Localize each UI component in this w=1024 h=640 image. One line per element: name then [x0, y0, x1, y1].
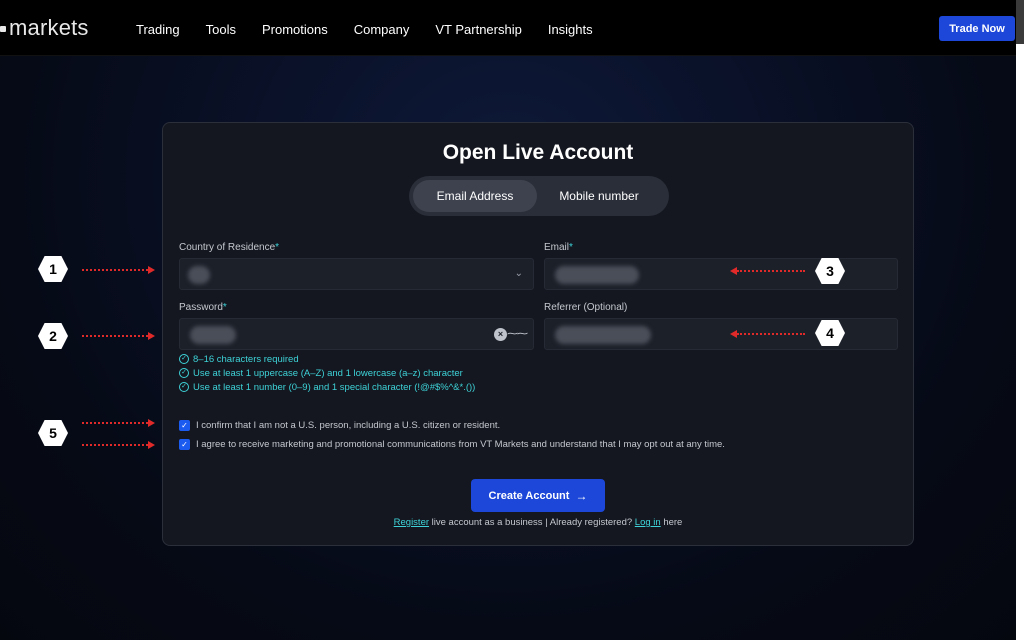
arrow-head-icon [148, 332, 155, 340]
nav-item-company[interactable]: Company [354, 22, 410, 37]
password-label: Password* [179, 302, 227, 313]
required-mark: * [569, 242, 573, 253]
us-person-confirmation: ✓ I confirm that I am not a U.S. person,… [179, 420, 500, 431]
create-account-label: Create Account [488, 489, 570, 502]
password-label-text: Password [179, 302, 223, 313]
footer-links: Register live account as a business | Al… [163, 517, 913, 528]
marketing-checkbox[interactable]: ✓ [179, 439, 190, 450]
arrow-head-icon [730, 267, 737, 275]
annotation-badge-2: 2 [38, 323, 68, 349]
window-edge [1016, 0, 1024, 44]
main-nav: Trading Tools Promotions Company VT Part… [136, 22, 619, 37]
annotation-arrow [82, 444, 148, 446]
annotation-arrow [82, 335, 148, 337]
tab-mobile-number[interactable]: Mobile number [537, 180, 661, 212]
us-person-text: I confirm that I am not a U.S. person, i… [196, 420, 501, 431]
logo-text: markets [9, 15, 89, 40]
annotation-badge-5: 5 [38, 420, 68, 446]
redacted-value [555, 326, 651, 344]
redacted-value [190, 326, 236, 344]
country-label-text: Country of Residence [179, 242, 276, 253]
page-background: markets Trading Tools Promotions Company… [0, 0, 1016, 640]
top-nav-bar: markets Trading Tools Promotions Company… [0, 0, 1016, 56]
check-circle-icon: ✓ [179, 382, 189, 392]
password-rule: ✓ Use at least 1 uppercase (A–Z) and 1 lo… [179, 366, 475, 380]
tab-email-address[interactable]: Email Address [413, 180, 537, 212]
page-title: Open Live Account [442, 141, 634, 164]
arrow-head-icon [148, 419, 155, 427]
rule-text: 8–16 characters required [193, 353, 299, 365]
marketing-text: I agree to receive marketing and promoti… [196, 439, 725, 450]
create-account-button[interactable]: Create Account → [471, 479, 605, 512]
rule-text: Use at least 1 uppercase (A–Z) and 1 low… [193, 367, 463, 379]
referrer-field[interactable] [544, 318, 898, 350]
redacted-value [188, 266, 210, 284]
annotation-badge-1: 1 [38, 256, 68, 282]
arrow-right-icon: → [575, 488, 588, 503]
us-person-checkbox[interactable]: ✓ [179, 420, 190, 431]
nav-item-trading[interactable]: Trading [136, 22, 180, 37]
logo-mark-icon [0, 26, 6, 33]
annotation-arrow [82, 269, 148, 271]
nav-item-vt-partnership[interactable]: VT Partnership [435, 22, 521, 37]
required-mark: * [275, 242, 280, 253]
arrow-head-icon [730, 330, 737, 338]
footer-text: live account as a business | Already reg… [429, 517, 635, 528]
rule-text: Use at least 1 number (0–9) and 1 specia… [193, 381, 476, 393]
nav-item-promotions[interactable]: Promotions [262, 22, 328, 37]
annotation-arrow [82, 422, 148, 424]
eye-hidden-icon[interactable]: ⁓⁓ [507, 327, 528, 340]
arrow-head-icon [148, 266, 155, 274]
country-select[interactable]: ⌄ [179, 258, 534, 290]
check-circle-icon: ✓ [179, 354, 189, 364]
email-field[interactable] [544, 258, 898, 290]
check-circle-icon: ✓ [179, 368, 189, 378]
email-label: Email* [544, 242, 573, 253]
marketing-consent: ✓ I agree to receive marketing and promo… [179, 439, 725, 450]
password-field[interactable]: × ⁓⁓ [179, 318, 534, 350]
clear-icon[interactable]: × [494, 328, 507, 341]
password-rule: ✓ Use at least 1 number (0–9) and 1 speci… [179, 380, 475, 394]
password-rules: ✓ 8–16 characters required ✓ Use at least … [179, 352, 475, 394]
redacted-value [555, 266, 639, 284]
signup-method-tabs: Email Address Mobile number [409, 176, 669, 216]
email-label-text: Email [544, 242, 570, 253]
trade-now-button[interactable]: Trade Now [939, 16, 1015, 41]
arrow-head-icon [148, 441, 155, 449]
chevron-down-icon: ⌄ [514, 268, 523, 279]
required-mark: * [222, 302, 227, 313]
footer-text-end: here [660, 517, 683, 528]
country-label: Country of Residence* [179, 242, 279, 253]
nav-item-tools[interactable]: Tools [206, 22, 236, 37]
register-business-link[interactable]: Register [394, 517, 429, 528]
login-link[interactable]: Log in [635, 517, 661, 528]
brand-logo[interactable]: markets [0, 15, 89, 41]
annotation-arrow [737, 333, 805, 335]
annotation-arrow [737, 270, 805, 272]
referrer-label: Referrer (Optional) [544, 302, 628, 313]
password-rule: ✓ 8–16 characters required [179, 352, 475, 366]
nav-item-insights[interactable]: Insights [548, 22, 593, 37]
